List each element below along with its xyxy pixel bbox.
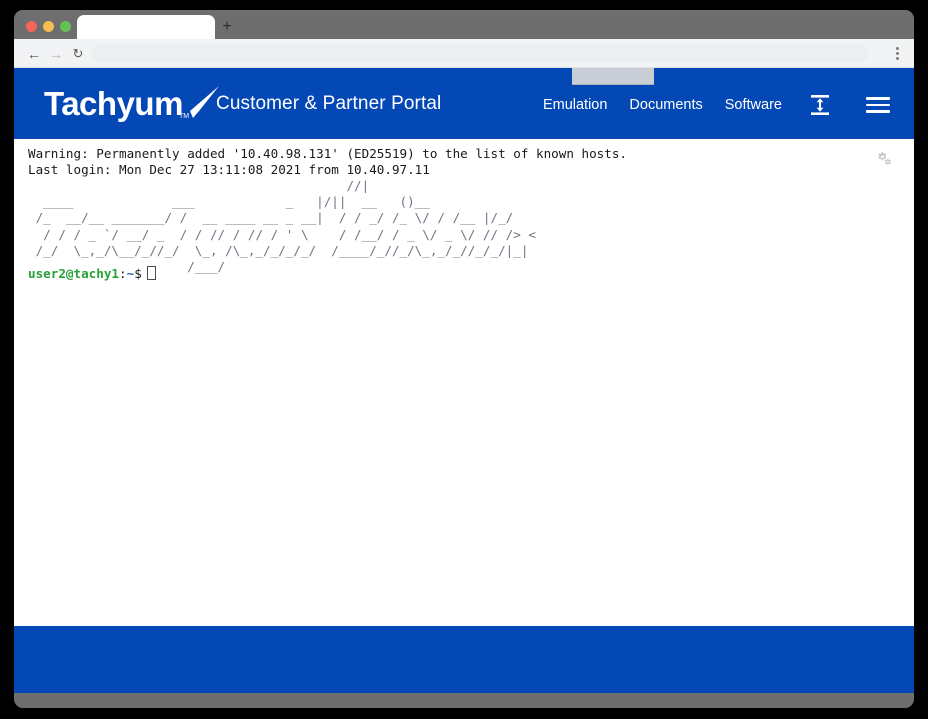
nav-item-software[interactable]: Software (725, 97, 782, 113)
prompt-symbol: $ (134, 266, 142, 281)
prompt-user-host: user2@tachy1 (28, 266, 119, 281)
overlay-panel-fragment (572, 68, 654, 85)
back-icon[interactable]: ← (24, 44, 44, 64)
reload-icon[interactable]: ↻ (68, 44, 88, 64)
page-viewport: Tachyum TM Customer & Partner Portal Emu… (14, 68, 914, 693)
close-window-button[interactable] (26, 21, 37, 32)
browser-toolbar: ← → ↻ (14, 39, 914, 68)
terminal-cursor (146, 266, 156, 280)
site-navigation: Emulation Documents Software (543, 94, 890, 116)
site-header: Tachyum TM Customer & Partner Portal Emu… (14, 68, 914, 139)
window-traffic-lights (26, 21, 82, 33)
browser-menu-icon[interactable] (890, 45, 904, 63)
terminal-ascii-banner: //| ____ ___ _ |/|| __ ()__ /_ __/__ ___… (35, 178, 536, 275)
terminal-prompt-line[interactable]: user2@tachy1:~$ (28, 266, 156, 282)
browser-window: + ← → ↻ Tachyum TM Customer & Partner Po… (14, 10, 914, 708)
page-title: Customer & Partner Portal (216, 93, 442, 114)
nav-item-emulation[interactable]: Emulation (543, 97, 607, 113)
forward-icon[interactable]: → (46, 44, 66, 64)
gears-icon[interactable] (874, 148, 894, 168)
browser-tab[interactable] (77, 15, 215, 39)
brand-swoosh-icon: TM (177, 84, 221, 124)
terminal-console[interactable]: Warning: Permanently added '10.40.98.131… (14, 139, 914, 626)
minimize-window-button[interactable] (43, 21, 54, 32)
tachyum-logo[interactable]: Tachyum TM (44, 84, 221, 124)
fit-height-icon[interactable] (810, 94, 830, 116)
brand-trademark: TM (178, 113, 190, 120)
browser-tab-strip: + (14, 10, 914, 39)
hamburger-icon[interactable] (866, 96, 890, 114)
maximize-window-button[interactable] (60, 21, 71, 32)
new-tab-button[interactable]: + (215, 16, 239, 38)
prompt-separator: : (119, 266, 127, 281)
desktop-background: + ← → ↻ Tachyum TM Customer & Partner Po… (0, 0, 928, 719)
terminal-output-lines: Warning: Permanently added '10.40.98.131… (28, 146, 627, 178)
brand-wordmark: Tachyum (44, 85, 183, 122)
address-bar[interactable] (92, 44, 869, 63)
site-footer (14, 626, 914, 693)
nav-item-documents[interactable]: Documents (629, 97, 702, 113)
